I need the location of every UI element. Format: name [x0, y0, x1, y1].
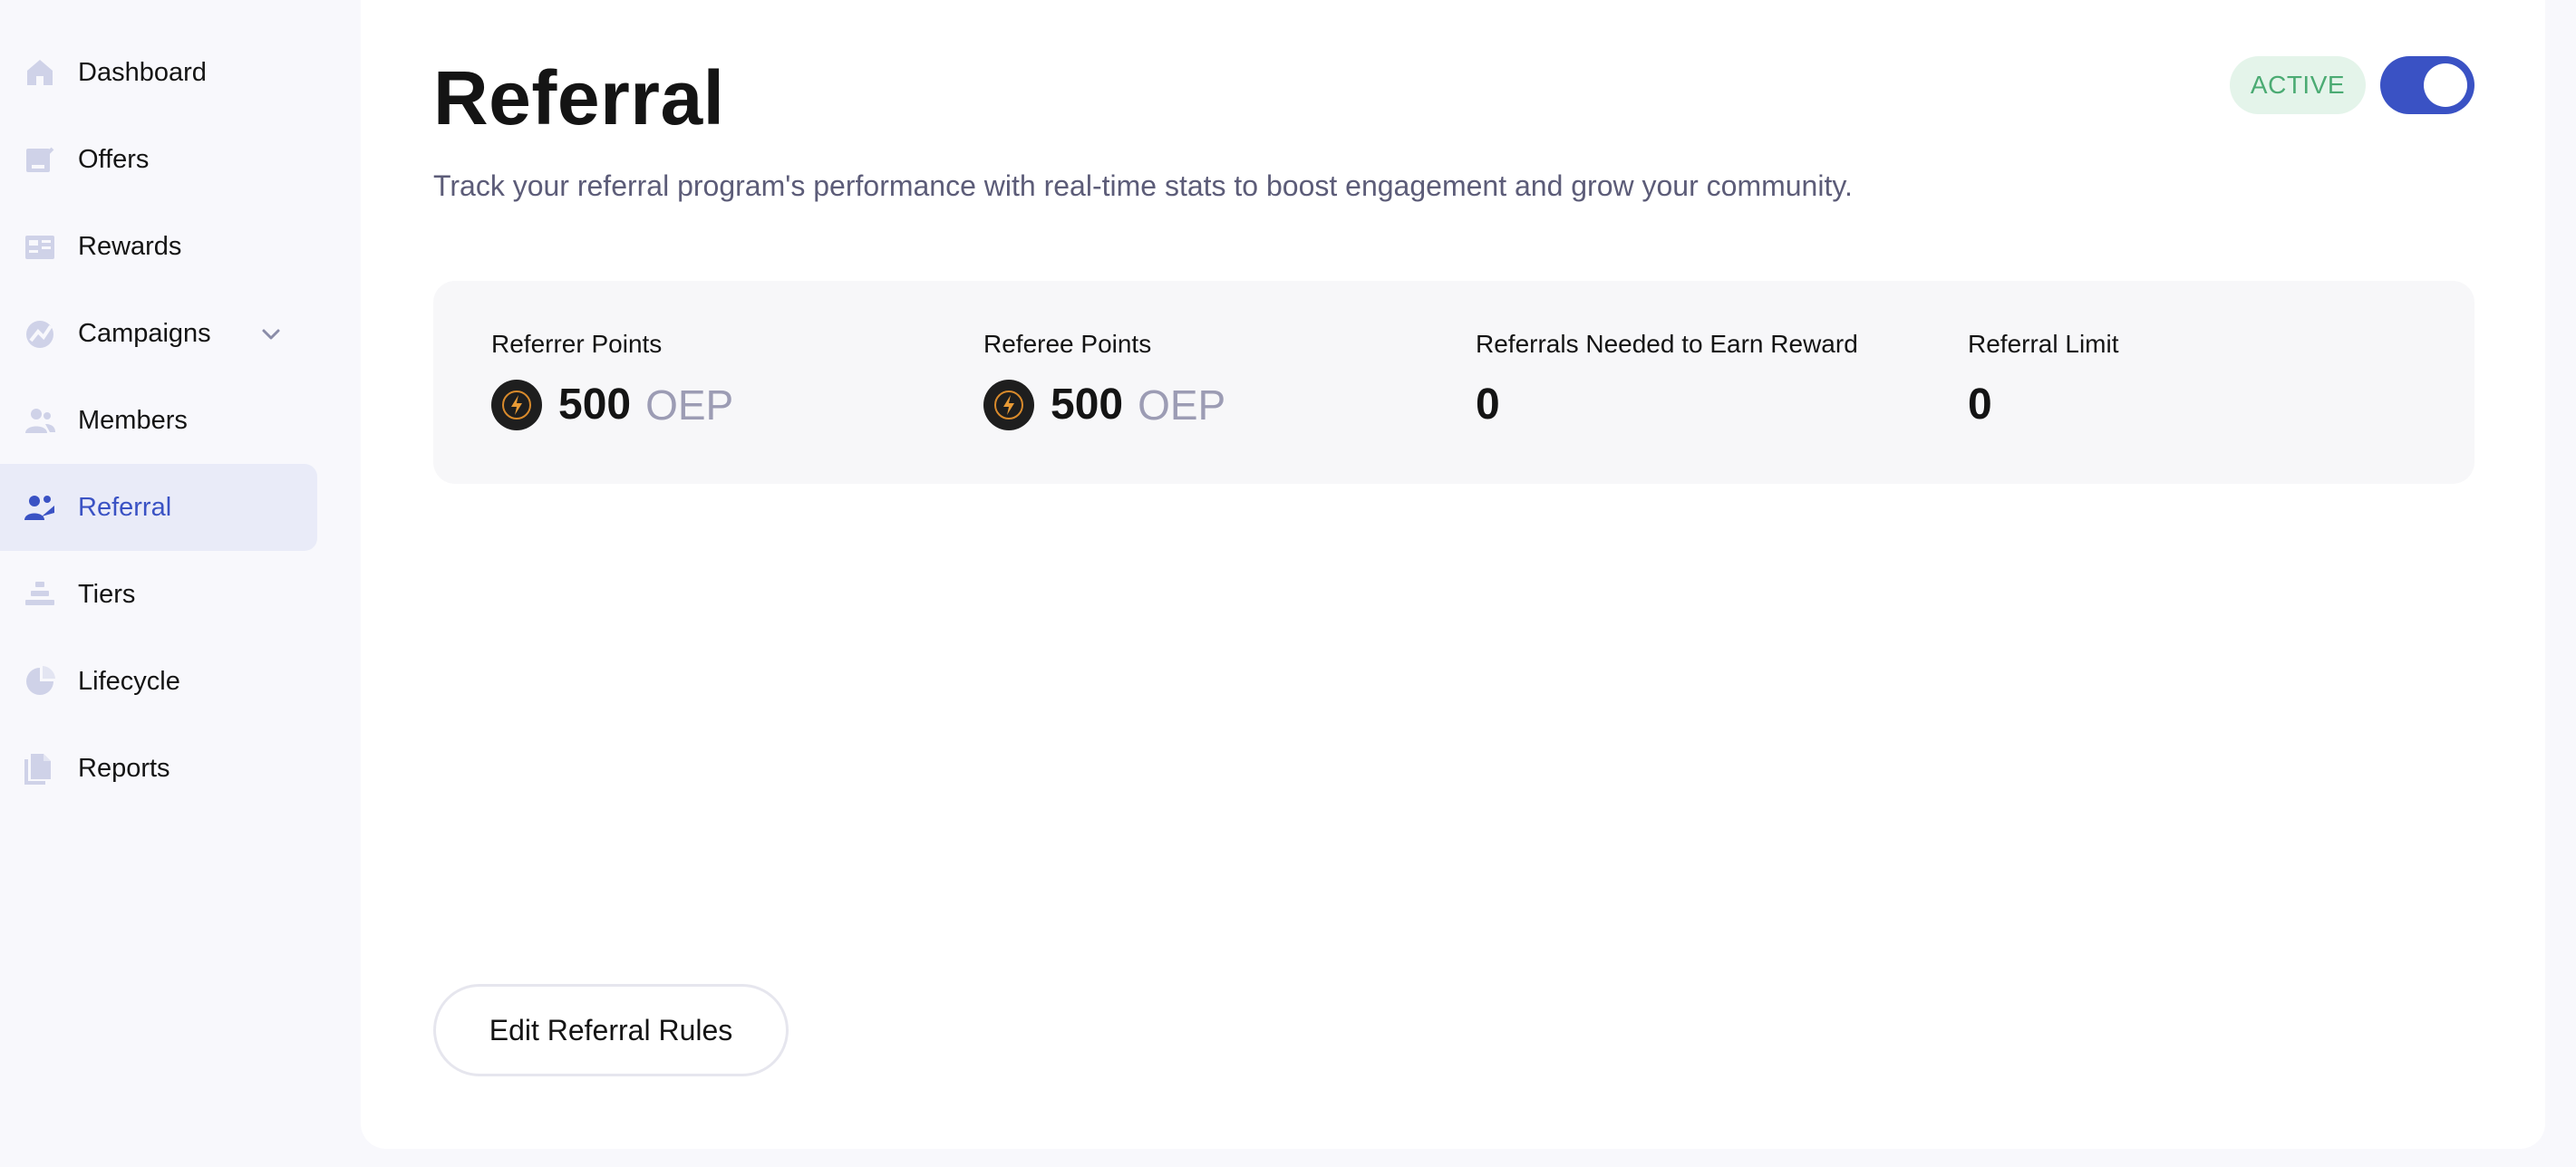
- stat-value: 500: [1051, 381, 1124, 429]
- offers-icon: [22, 141, 58, 178]
- referral-icon: [22, 489, 58, 526]
- campaigns-icon: [22, 315, 58, 352]
- sidebar-item-offers[interactable]: Offers: [0, 116, 317, 203]
- stat-value: 0: [1476, 381, 1500, 429]
- stat-unit: OEP: [645, 381, 734, 429]
- members-icon: [22, 402, 58, 439]
- stat-label: Referee Points: [983, 330, 1152, 358]
- sidebar-item-label: Campaigns: [78, 319, 211, 348]
- program-active-toggle[interactable]: [2380, 56, 2474, 114]
- sidebar-item-label: Reports: [78, 754, 170, 783]
- edit-referral-rules-button[interactable]: Edit Referral Rules: [433, 984, 789, 1076]
- lifecycle-icon: [22, 663, 58, 699]
- home-icon: [22, 54, 58, 91]
- rewards-icon: [22, 228, 58, 265]
- reports-icon: [22, 750, 58, 786]
- sidebar-item-label: Lifecycle: [78, 667, 180, 696]
- app-root: Dashboard Offers Rewards Campaigns Membe…: [0, 0, 2576, 1167]
- stat-value: 0: [1968, 381, 1992, 429]
- sidebar-item-label: Tiers: [78, 580, 136, 609]
- toggle-knob: [2424, 63, 2467, 107]
- sidebar-item-label: Members: [78, 406, 188, 435]
- sidebar-item-label: Dashboard: [78, 58, 207, 87]
- stat-value-row: 500 OEP: [983, 379, 1225, 431]
- points-coin-icon: [983, 380, 1034, 430]
- stat-value-row: 0: [1476, 379, 1500, 431]
- sidebar-item-lifecycle[interactable]: Lifecycle: [0, 638, 317, 725]
- referral-stats-card: Referrer Points 500 OEP Referee Points 5…: [433, 281, 2474, 484]
- sidebar-item-rewards[interactable]: Rewards: [0, 203, 317, 290]
- status-badge: ACTIVE: [2230, 56, 2366, 114]
- stat-value-row: 500 OEP: [491, 379, 733, 431]
- stat-referee-points: Referee Points 500 OEP: [983, 317, 1455, 453]
- stat-unit: OEP: [1138, 381, 1226, 429]
- main-panel: Referral Track your referral program's p…: [361, 0, 2545, 1149]
- stat-referrals-needed: Referrals Needed to Earn Reward 0: [1476, 317, 1947, 453]
- sidebar: Dashboard Offers Rewards Campaigns Membe…: [0, 0, 361, 1167]
- sidebar-item-label: Offers: [78, 145, 150, 174]
- page-title: Referral: [433, 55, 725, 140]
- sidebar-item-tiers[interactable]: Tiers: [0, 551, 317, 638]
- sidebar-item-members[interactable]: Members: [0, 377, 317, 464]
- stat-value: 500: [558, 381, 632, 429]
- sidebar-item-referral[interactable]: Referral: [0, 464, 317, 551]
- stat-label: Referrer Points: [491, 330, 663, 358]
- sidebar-item-label: Referral: [78, 493, 172, 522]
- stat-referrer-points: Referrer Points 500 OEP: [491, 317, 963, 453]
- sidebar-item-campaigns[interactable]: Campaigns: [0, 290, 317, 377]
- points-coin-icon: [491, 380, 542, 430]
- sidebar-item-reports[interactable]: Reports: [0, 725, 317, 812]
- chevron-down-icon[interactable]: [257, 321, 285, 348]
- stat-value-row: 0: [1968, 379, 1992, 431]
- stat-referral-limit: Referral Limit 0: [1968, 317, 2439, 453]
- tiers-icon: [22, 576, 58, 612]
- stat-label: Referral Limit: [1968, 330, 2119, 358]
- sidebar-item-label: Rewards: [78, 232, 182, 261]
- sidebar-item-dashboard[interactable]: Dashboard: [0, 29, 317, 116]
- stat-label: Referrals Needed to Earn Reward: [1476, 330, 1858, 358]
- page-subtitle: Track your referral program's performanc…: [433, 169, 1853, 202]
